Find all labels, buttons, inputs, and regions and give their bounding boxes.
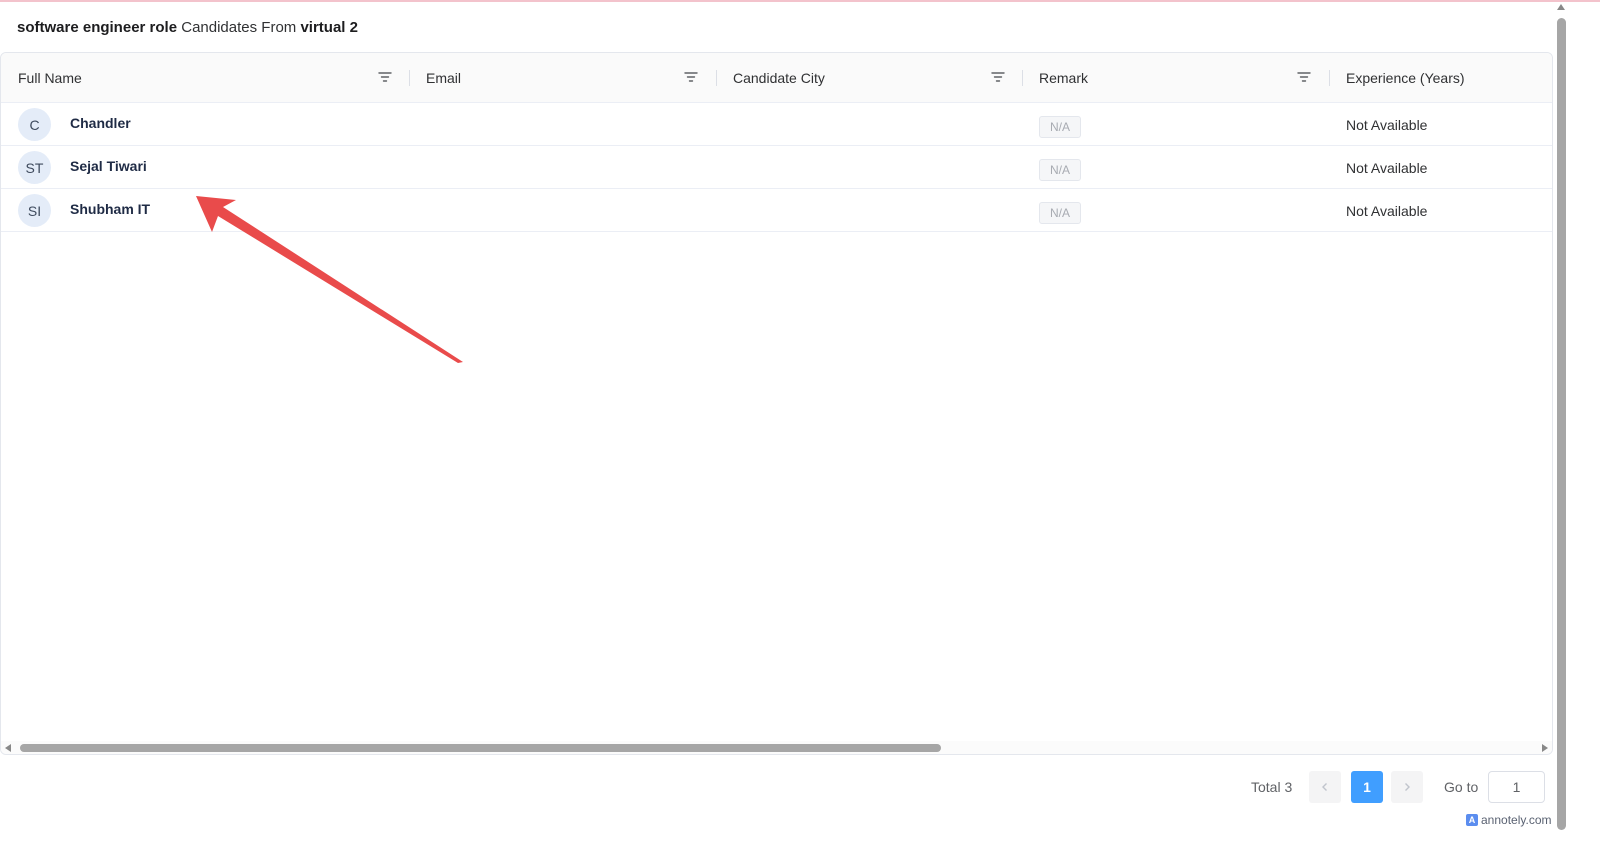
title-connector: Candidates From [177,19,301,36]
column-label: Email [426,70,462,86]
table-row[interactable]: SI Shubham IT N/A Not Available [1,189,1552,232]
experience-value: Not Available [1346,117,1428,133]
watermark: A annotely.com [1466,812,1551,828]
horizontal-scroll-thumb[interactable] [20,744,941,752]
pagination-total: Total 3 [1251,779,1293,795]
remark-badge: N/A [1039,116,1081,138]
filter-icon[interactable] [684,70,698,84]
scroll-up-arrow-icon[interactable] [1557,4,1565,10]
table-row[interactable]: ST Sejal Tiwari N/A Not Available [1,146,1552,189]
column-header-full-name[interactable]: Full Name [1,53,409,103]
candidate-name[interactable]: Shubham IT [70,201,150,217]
annotely-logo-icon: A [1466,814,1478,826]
candidate-name[interactable]: Sejal Tiwari [70,158,147,174]
scroll-left-arrow-icon[interactable] [5,744,11,752]
column-header-experience[interactable]: Experience (Years) [1329,53,1552,103]
experience-value: Not Available [1346,160,1428,176]
horizontal-scrollbar[interactable] [1,741,1552,754]
goto-page-input[interactable] [1488,771,1545,803]
pagination-next-button[interactable] [1391,771,1423,803]
column-header-email[interactable]: Email [409,53,716,103]
column-label: Experience (Years) [1346,70,1465,86]
candidate-name[interactable]: Chandler [70,115,131,131]
pagination-page-1[interactable]: 1 [1351,771,1383,803]
candidates-table: Full Name Email Candidate City Remark Ex… [0,52,1553,755]
goto-label: Go to [1444,779,1479,795]
chevron-left-icon [1322,783,1327,791]
remark-badge: N/A [1039,159,1081,181]
column-label: Remark [1039,70,1089,86]
column-label: Candidate City [733,70,825,86]
column-label: Full Name [18,70,82,86]
job-role-name: software engineer role [17,19,178,36]
vertical-scrollbar[interactable] [1556,4,1567,830]
remark-badge: N/A [1039,202,1081,224]
column-header-remark[interactable]: Remark [1022,53,1329,103]
table-row[interactable]: C Chandler N/A Not Available [1,103,1552,146]
avatar: SI [18,194,51,227]
avatar: ST [18,151,51,184]
watermark-text: annotely.com [1481,813,1552,827]
chevron-right-icon [1405,783,1410,791]
column-header-candidate-city[interactable]: Candidate City [716,53,1023,103]
table-header: Full Name Email Candidate City Remark Ex… [1,53,1552,103]
filter-icon[interactable] [991,70,1005,84]
vertical-scroll-thumb[interactable] [1557,18,1566,830]
pagination-prev-button[interactable] [1309,771,1341,803]
scroll-right-arrow-icon[interactable] [1542,744,1548,752]
page-title: software engineer role Candidates From v… [17,18,358,38]
filter-icon[interactable] [378,70,392,84]
experience-value: Not Available [1346,203,1428,219]
filter-icon[interactable] [1297,70,1311,84]
source-name: virtual 2 [300,19,358,36]
avatar: C [18,108,51,141]
top-accent-line [0,0,1600,2]
